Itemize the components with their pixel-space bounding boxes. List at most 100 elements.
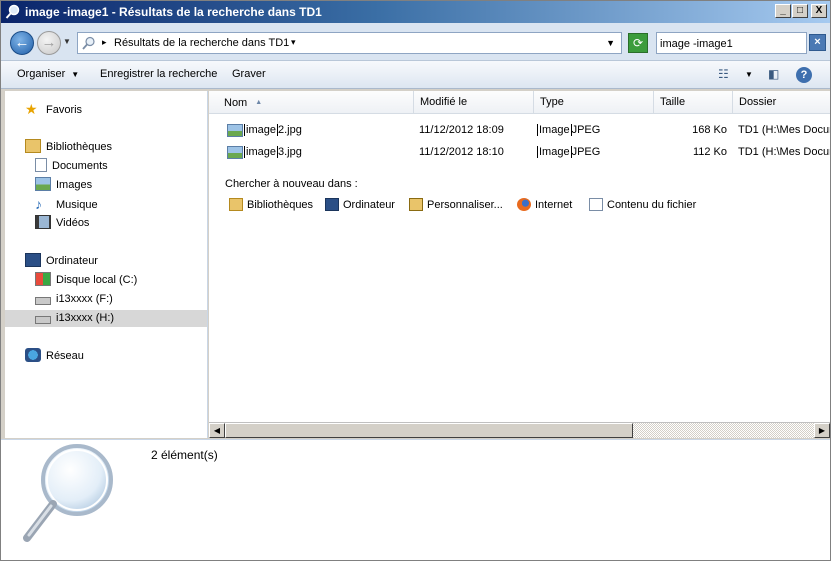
preview-pane-icon[interactable]: ◧ [768, 67, 779, 81]
table-row[interactable]: image 2.jpg 11/12/2012 18:09 Image JPEG 16… [209, 121, 830, 141]
organize-menu[interactable]: Organiser ▼ [17, 68, 79, 80]
search-again-computer-label: Ordinateur [343, 199, 395, 211]
image-file-icon [227, 124, 243, 137]
file-folder: TD1 (H:\Mes Documents) [738, 124, 830, 136]
nav-favorites[interactable]: ★ Favoris [25, 101, 82, 118]
star-icon: ★ [25, 101, 38, 117]
forward-button[interactable]: → [37, 31, 61, 55]
column-name[interactable]: Nom ▲ [209, 91, 414, 114]
navigation-pane: ★ Favoris Bibliothèques Documents Images … [5, 91, 208, 438]
address-bar[interactable]: ▸ Résultats de la recherche dans TD1 ▾ ▼ [77, 32, 622, 54]
item-count: 2 élément(s) [151, 448, 218, 462]
nav-documents[interactable]: Documents [35, 158, 108, 175]
refresh-icon: ⟳ [632, 36, 644, 50]
title-bar: image -image1 - Résultats de la recherch… [1, 1, 830, 23]
scrollbar-track[interactable] [633, 423, 814, 438]
column-type[interactable]: Type [534, 91, 654, 114]
file-name-highlight: image [244, 146, 278, 158]
file-name-rest: 2.jpg [277, 124, 302, 136]
search-input[interactable] [660, 36, 800, 51]
scrollbar-thumb[interactable] [225, 423, 633, 438]
magnifier-icon [23, 444, 113, 542]
network-drive-icon [35, 297, 51, 305]
nav-drive-f-label: i13xxxx (F:) [56, 293, 113, 305]
nav-drive-h-label: i13xxxx (H:) [56, 312, 115, 324]
file-type: Image JPEG [537, 146, 600, 158]
nav-music[interactable]: ♪ Musique [35, 196, 98, 213]
computer-icon [25, 253, 41, 267]
clear-search-button[interactable]: × [809, 34, 826, 51]
firefox-icon [517, 198, 531, 211]
nav-drive-c-label: Disque local (C:) [56, 274, 138, 286]
table-row[interactable]: image 3.jpg 11/12/2012 18:10 Image JPEG 11… [209, 143, 830, 163]
search-box[interactable] [656, 32, 807, 54]
view-options-icon[interactable]: ☷ [718, 67, 729, 81]
nav-computer[interactable]: Ordinateur [25, 253, 98, 270]
explorer-window: image -image1 - Résultats de la recherch… [0, 0, 831, 561]
file-type-highlight: Image [537, 124, 572, 136]
nav-drive-h[interactable]: i13xxxx (H:) [5, 310, 207, 327]
nav-libraries[interactable]: Bibliothèques [25, 139, 112, 156]
file-name-highlight: image [244, 124, 278, 136]
arrow-left-icon: ← [14, 34, 30, 51]
history-dropdown-icon[interactable]: ▼ [63, 37, 71, 46]
back-button[interactable]: ← [10, 31, 34, 55]
document-icon [35, 158, 47, 172]
burn-button[interactable]: Graver [232, 68, 266, 80]
file-folder: TD1 (H:\Mes Documents) [738, 146, 830, 158]
search-again-internet[interactable]: Internet [517, 198, 572, 211]
breadcrumb-dropdown-icon[interactable]: ▾ [291, 37, 296, 48]
nav-libraries-label: Bibliothèques [46, 141, 113, 153]
nav-documents-label: Documents [52, 160, 108, 172]
search-again-libraries[interactable]: Bibliothèques [229, 198, 313, 211]
nav-images[interactable]: Images [35, 177, 92, 194]
image-file-icon [227, 146, 243, 159]
scroll-right-button[interactable]: ▶ [814, 423, 830, 438]
nav-videos-label: Vidéos [56, 217, 90, 229]
refresh-button[interactable]: ⟳ [628, 33, 648, 53]
address-dropdown-icon[interactable]: ▼ [606, 38, 615, 48]
horizontal-scrollbar[interactable]: ◀ ▶ [209, 422, 830, 438]
minimize-button[interactable]: _ [775, 4, 791, 18]
close-button[interactable]: X [811, 4, 827, 18]
file-name: image 3.jpg [244, 146, 302, 158]
sort-ascending-icon: ▲ [255, 99, 263, 106]
search-again-file-content[interactable]: Contenu du fichier [589, 198, 696, 211]
column-folder[interactable]: Dossier [733, 91, 830, 114]
nav-videos[interactable]: Vidéos [35, 215, 89, 232]
file-type-highlight: Image [537, 146, 572, 158]
film-icon [35, 215, 51, 229]
chevron-down-icon: ▼ [71, 70, 80, 79]
windows-drive-icon [35, 272, 51, 286]
nav-music-label: Musique [56, 199, 98, 211]
search-again-internet-label: Internet [535, 199, 573, 211]
nav-drive-f[interactable]: i13xxxx (F:) [35, 291, 113, 308]
maximize-button[interactable]: □ [792, 4, 808, 18]
nav-computer-label: Ordinateur [46, 255, 98, 267]
search-again-custom[interactable]: Personnaliser... [409, 198, 503, 211]
search-again-computer[interactable]: Ordinateur [325, 198, 395, 211]
file-type-rest: JPEG [571, 146, 601, 158]
network-icon [25, 348, 41, 362]
details-pane: 2 élément(s) [1, 439, 830, 560]
nav-drive-c[interactable]: Disque local (C:) [35, 272, 137, 289]
custom-folder-icon [409, 198, 423, 211]
help-icon[interactable]: ? [796, 67, 812, 83]
view-dropdown-icon[interactable]: ▼ [745, 70, 753, 79]
breadcrumb-separator-icon[interactable]: ▸ [102, 37, 107, 48]
breadcrumb-path[interactable]: Résultats de la recherche dans TD1 [114, 37, 289, 49]
column-size[interactable]: Taille [654, 91, 733, 114]
search-again-custom-label: Personnaliser... [427, 199, 503, 211]
search-again-file-content-label: Contenu du fichier [607, 199, 697, 211]
arrow-right-icon: → [41, 34, 57, 51]
close-icon: × [814, 36, 821, 48]
document-search-icon [589, 198, 603, 211]
scroll-left-button[interactable]: ◀ [209, 423, 225, 438]
nav-network[interactable]: Réseau [25, 348, 84, 365]
save-search-button[interactable]: Enregistrer la recherche [100, 68, 217, 80]
arrow-left-icon: ◀ [213, 426, 221, 435]
file-type: Image JPEG [537, 124, 600, 136]
address-row: ← → ▼ ▸ Résultats de la recherche dans T… [1, 23, 830, 61]
column-modified[interactable]: Modifié le [414, 91, 534, 114]
search-again-libraries-label: Bibliothèques [247, 199, 314, 211]
